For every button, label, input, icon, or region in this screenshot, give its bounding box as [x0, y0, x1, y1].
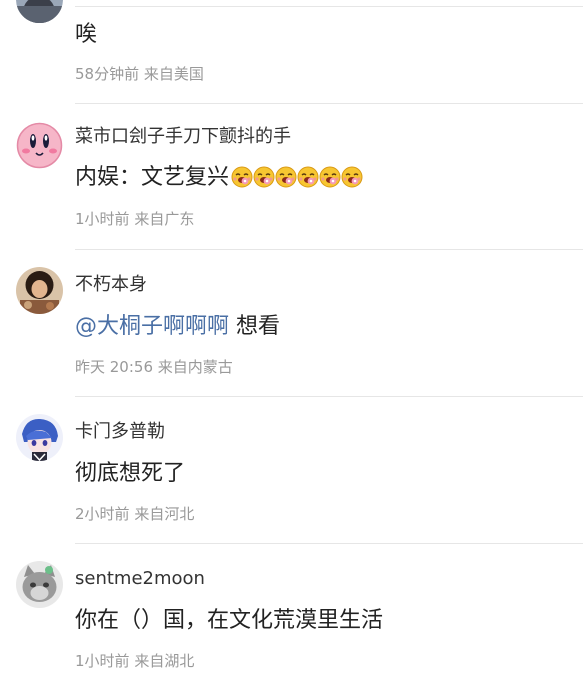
comment-meta: 58分钟前 来自美国 — [75, 64, 204, 84]
avatar[interactable] — [16, 267, 63, 314]
comment-text-row: 内娱：文艺复兴 — [75, 163, 363, 193]
comment-divider — [75, 543, 583, 544]
username[interactable]: 菜市口刽子手刀下颤抖的手 — [75, 125, 291, 149]
comment-text-row: @大桐子啊啊啊 想看 — [75, 312, 280, 342]
anime-avatar-image — [16, 414, 63, 461]
drooling-face-emoji-icon — [275, 166, 297, 188]
avatar[interactable] — [16, 122, 63, 169]
comment-time: 1小时前 — [75, 652, 130, 670]
comment-divider — [75, 396, 583, 397]
comment-location: 来自广东 — [134, 210, 195, 228]
comment-location: 来自湖北 — [134, 652, 195, 670]
comment-meta: 1小时前 来自广东 — [75, 209, 194, 229]
user-avatar-image — [16, 0, 63, 23]
drooling-face-emoji-icon — [231, 166, 253, 188]
comment-location: 来自美国 — [143, 65, 204, 83]
comment-divider — [75, 103, 583, 104]
comment-time: 2小时前 — [75, 505, 130, 523]
username[interactable]: 不朽本身 — [75, 273, 147, 297]
comment-time: 58分钟前 — [75, 65, 140, 83]
comment-text: 内娱：文艺复兴 — [75, 165, 230, 190]
avatar[interactable] — [16, 414, 63, 461]
username[interactable]: 卡门多普勒 — [75, 420, 165, 444]
comment-text: 想看 — [229, 314, 281, 339]
kirby-avatar-image — [16, 122, 63, 169]
mention-link[interactable]: @大桐子啊啊啊 — [75, 314, 229, 339]
drooling-face-emoji-icon — [319, 166, 341, 188]
comment-location: 来自内蒙古 — [157, 358, 233, 376]
drooling-face-emoji-icon — [297, 166, 319, 188]
comment-text: 你在（）国，在文化荒漠里生活 — [75, 608, 384, 633]
comment-meta: 1小时前 来自湖北 — [75, 651, 194, 671]
avatar[interactable] — [16, 561, 63, 608]
comment-text: 唉 — [75, 22, 98, 47]
cat-avatar-image — [16, 561, 63, 608]
comment-divider — [75, 249, 583, 250]
comment-time: 昨天 20:56 — [75, 358, 153, 376]
username[interactable]: sentme2moon — [75, 567, 205, 591]
emoji-row — [231, 166, 363, 188]
comment-location: 来自河北 — [134, 505, 195, 523]
drooling-face-emoji-icon — [341, 166, 363, 188]
user-avatar-image — [16, 267, 63, 314]
comment-meta: 昨天 20:56 来自内蒙古 — [75, 357, 233, 377]
comment-time: 1小时前 — [75, 210, 130, 228]
top-divider — [75, 6, 583, 7]
drooling-face-emoji-icon — [253, 166, 275, 188]
comment-text: 彻底想死了 — [75, 461, 186, 486]
comment-meta: 2小时前 来自河北 — [75, 504, 194, 524]
avatar[interactable] — [16, 0, 63, 23]
